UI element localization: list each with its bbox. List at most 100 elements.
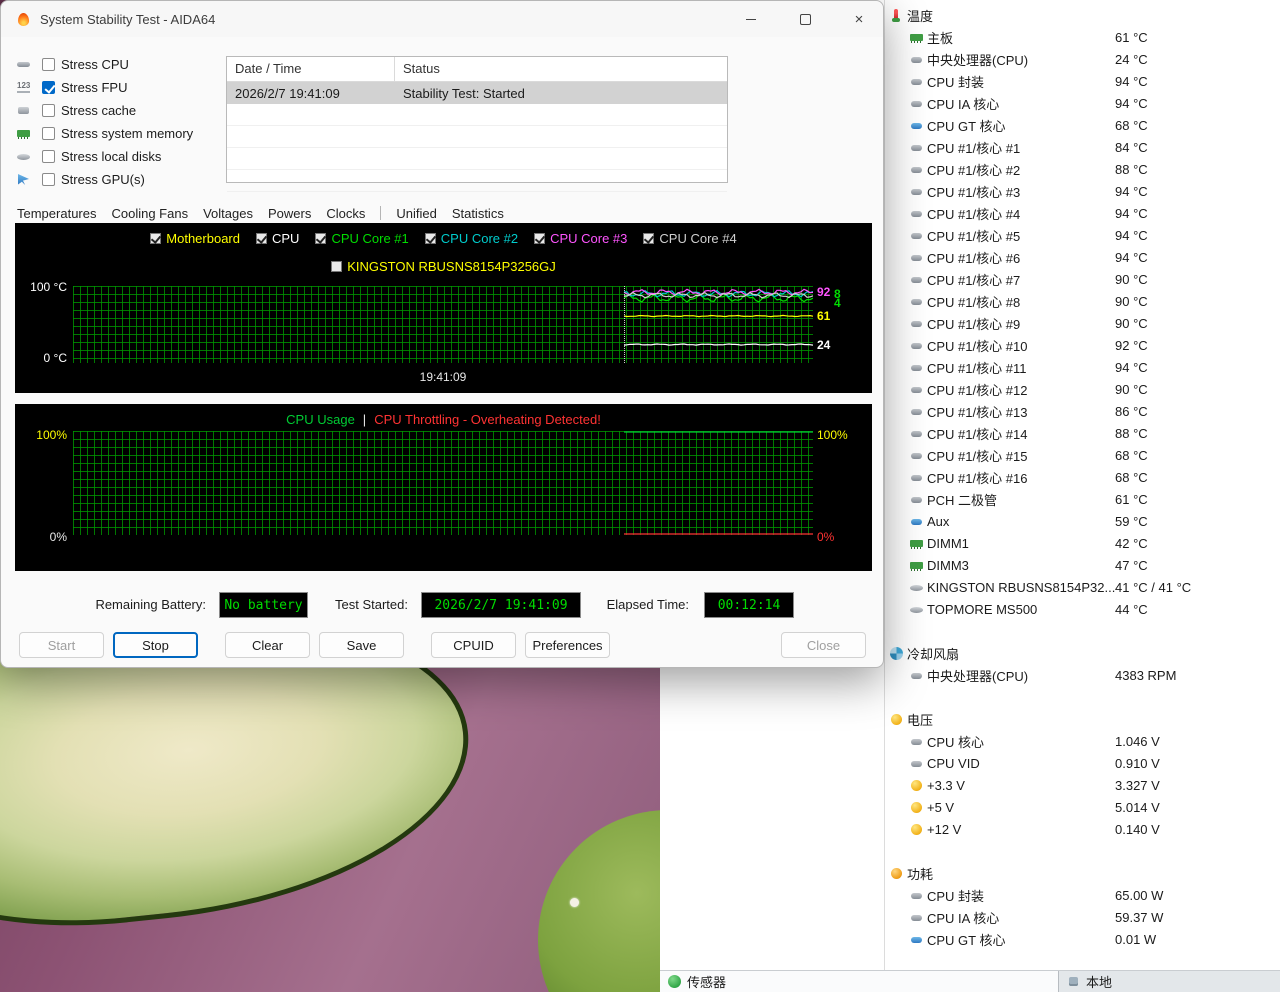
- sensor-label: CPU GT 核心: [927, 116, 1006, 135]
- stress-option-label: Stress system memory: [61, 126, 193, 141]
- sensor-value: 94 °C: [1115, 250, 1148, 265]
- stress-option[interactable]: Stress system memory: [17, 122, 193, 145]
- action-button[interactable]: CPUID: [431, 632, 516, 658]
- tab-label: 传感器: [687, 972, 726, 991]
- sensor-label: CPU #1/核心 #4: [927, 204, 1020, 223]
- stress-option[interactable]: Stress local disks: [17, 145, 193, 168]
- action-button[interactable]: Clear: [225, 632, 310, 658]
- table-row[interactable]: 2026/2/7 19:41:09 Stability Test: Starte…: [227, 82, 727, 104]
- button-label: Stop: [142, 638, 169, 653]
- checkbox[interactable]: [42, 58, 55, 71]
- action-button[interactable]: Save: [319, 632, 404, 658]
- cell-datetime: 2026/2/7 19:41:09: [227, 86, 395, 101]
- legend-item[interactable]: CPU Core #4: [643, 231, 736, 246]
- sensor-label: CPU 封装: [927, 72, 984, 91]
- cpu-chip-icon: [910, 53, 923, 66]
- action-button[interactable]: Start: [19, 632, 104, 658]
- stress-option[interactable]: Stress FPU: [17, 76, 193, 99]
- bolt-icon: [910, 823, 923, 836]
- sensor-row: DIMM3 47 °C: [884, 554, 1280, 576]
- tab-label: Temperatures: [17, 206, 96, 221]
- legend-checkbox[interactable]: [315, 233, 326, 244]
- tab-local-page[interactable]: 本地: [1058, 971, 1280, 992]
- legend-checkbox[interactable]: [534, 233, 545, 244]
- sensor-value: 94 °C: [1115, 228, 1148, 243]
- checkbox[interactable]: [42, 127, 55, 140]
- tab[interactable]: Statistics: [452, 206, 504, 221]
- tab[interactable]: Temperatures: [17, 206, 96, 221]
- cpu-chip-icon: [910, 383, 923, 396]
- y-axis-max: 100 °C: [19, 280, 67, 294]
- sensor-value: 94 °C: [1115, 96, 1148, 111]
- column-header-status[interactable]: Status: [395, 57, 448, 81]
- cpu-chip-icon: [910, 339, 923, 352]
- tab[interactable]: Cooling Fans: [111, 206, 188, 221]
- sensor-value: 5.014 V: [1115, 800, 1160, 815]
- sensor-value: 61 °C: [1115, 30, 1148, 45]
- legend-checkbox[interactable]: [425, 233, 436, 244]
- cpu-chip-icon: [910, 207, 923, 220]
- temperature-chart: Motherboard CPU CPU Core #1 CPU Core #2 …: [15, 223, 872, 393]
- legend-item[interactable]: KINGSTON RBUSNS8154P3256GJ: [331, 259, 556, 274]
- test-info-row: Remaining Battery: No battery Test Start…: [1, 592, 883, 618]
- checkbox[interactable]: [42, 104, 55, 117]
- sensor-label: CPU GT 核心: [927, 930, 1006, 949]
- close-window-button[interactable]: ×: [839, 6, 879, 32]
- blue-chip-icon: [910, 933, 923, 946]
- stress-cache-icon: [17, 104, 30, 117]
- sensor-value: 0.140 V: [1115, 822, 1160, 837]
- stress-option-label: Stress local disks: [61, 149, 161, 164]
- usage-left-min: 0%: [23, 530, 67, 544]
- action-button[interactable]: Preferences: [525, 632, 610, 658]
- tab-label: 本地: [1086, 972, 1112, 991]
- sensor-row: CPU IA 核心 94 °C: [884, 92, 1280, 114]
- throttling-alert: CPU Throttling - Overheating Detected!: [374, 412, 601, 427]
- tab[interactable]: Unified: [380, 206, 436, 221]
- tab[interactable]: Powers: [268, 206, 311, 221]
- cpu-chip-icon: [910, 75, 923, 88]
- checkbox[interactable]: [42, 173, 55, 186]
- sensor-row: PCH 二极管 61 °C: [884, 488, 1280, 510]
- legend-checkbox[interactable]: [150, 233, 161, 244]
- stability-test-window: System Stability Test - AIDA64 × Stress …: [0, 0, 884, 668]
- sensor-row: CPU #1/核心 #10 92 °C: [884, 334, 1280, 356]
- action-button[interactable]: Stop: [113, 632, 198, 658]
- legend-checkbox[interactable]: [331, 261, 342, 272]
- tab[interactable]: Clocks: [326, 206, 365, 221]
- checkbox[interactable]: [42, 81, 55, 94]
- sensor-value: 42 °C: [1115, 536, 1148, 551]
- test-started-display: 2026/2/7 19:41:09: [421, 592, 581, 618]
- minimize-button[interactable]: [731, 6, 771, 32]
- stress-option[interactable]: Stress CPU: [17, 53, 193, 76]
- sensor-value: 88 °C: [1115, 162, 1148, 177]
- tab-sensor-page[interactable]: 传感器: [660, 971, 1058, 992]
- temp-readout: 24: [817, 338, 830, 352]
- stress-option-label: Stress FPU: [61, 80, 127, 95]
- maximize-button[interactable]: [785, 6, 825, 32]
- legend-item[interactable]: CPU Core #1: [315, 231, 408, 246]
- cpu-chip-icon: [910, 229, 923, 242]
- stress-option[interactable]: Stress cache: [17, 99, 193, 122]
- sensor-row: CPU #1/核心 #7 90 °C: [884, 268, 1280, 290]
- legend-item[interactable]: CPU: [256, 231, 299, 246]
- legend-checkbox[interactable]: [643, 233, 654, 244]
- sensor-value: 86 °C: [1115, 404, 1148, 419]
- section-title: 功耗: [907, 864, 933, 883]
- column-header-datetime[interactable]: Date / Time: [227, 57, 395, 81]
- stress-option[interactable]: Stress GPU(s): [17, 168, 193, 191]
- cpu-chip-icon: [910, 911, 923, 924]
- close-button[interactable]: Close: [781, 632, 866, 658]
- legend-item[interactable]: CPU Core #3: [534, 231, 627, 246]
- sensor-label: CPU 核心: [927, 732, 984, 751]
- tab[interactable]: Voltages: [203, 206, 253, 221]
- legend-item[interactable]: CPU Core #2: [425, 231, 518, 246]
- legend-item[interactable]: Motherboard: [150, 231, 240, 246]
- sensor-row: CPU #1/核心 #16 68 °C: [884, 466, 1280, 488]
- sensor-row: +12 V 0.140 V: [884, 818, 1280, 840]
- temp-readout: 84: [834, 290, 843, 308]
- checkbox[interactable]: [42, 150, 55, 163]
- sensor-row: CPU #1/核心 #2 88 °C: [884, 158, 1280, 180]
- thermometer-icon: [890, 9, 903, 22]
- legend-checkbox[interactable]: [256, 233, 267, 244]
- tab-divider: [380, 206, 381, 220]
